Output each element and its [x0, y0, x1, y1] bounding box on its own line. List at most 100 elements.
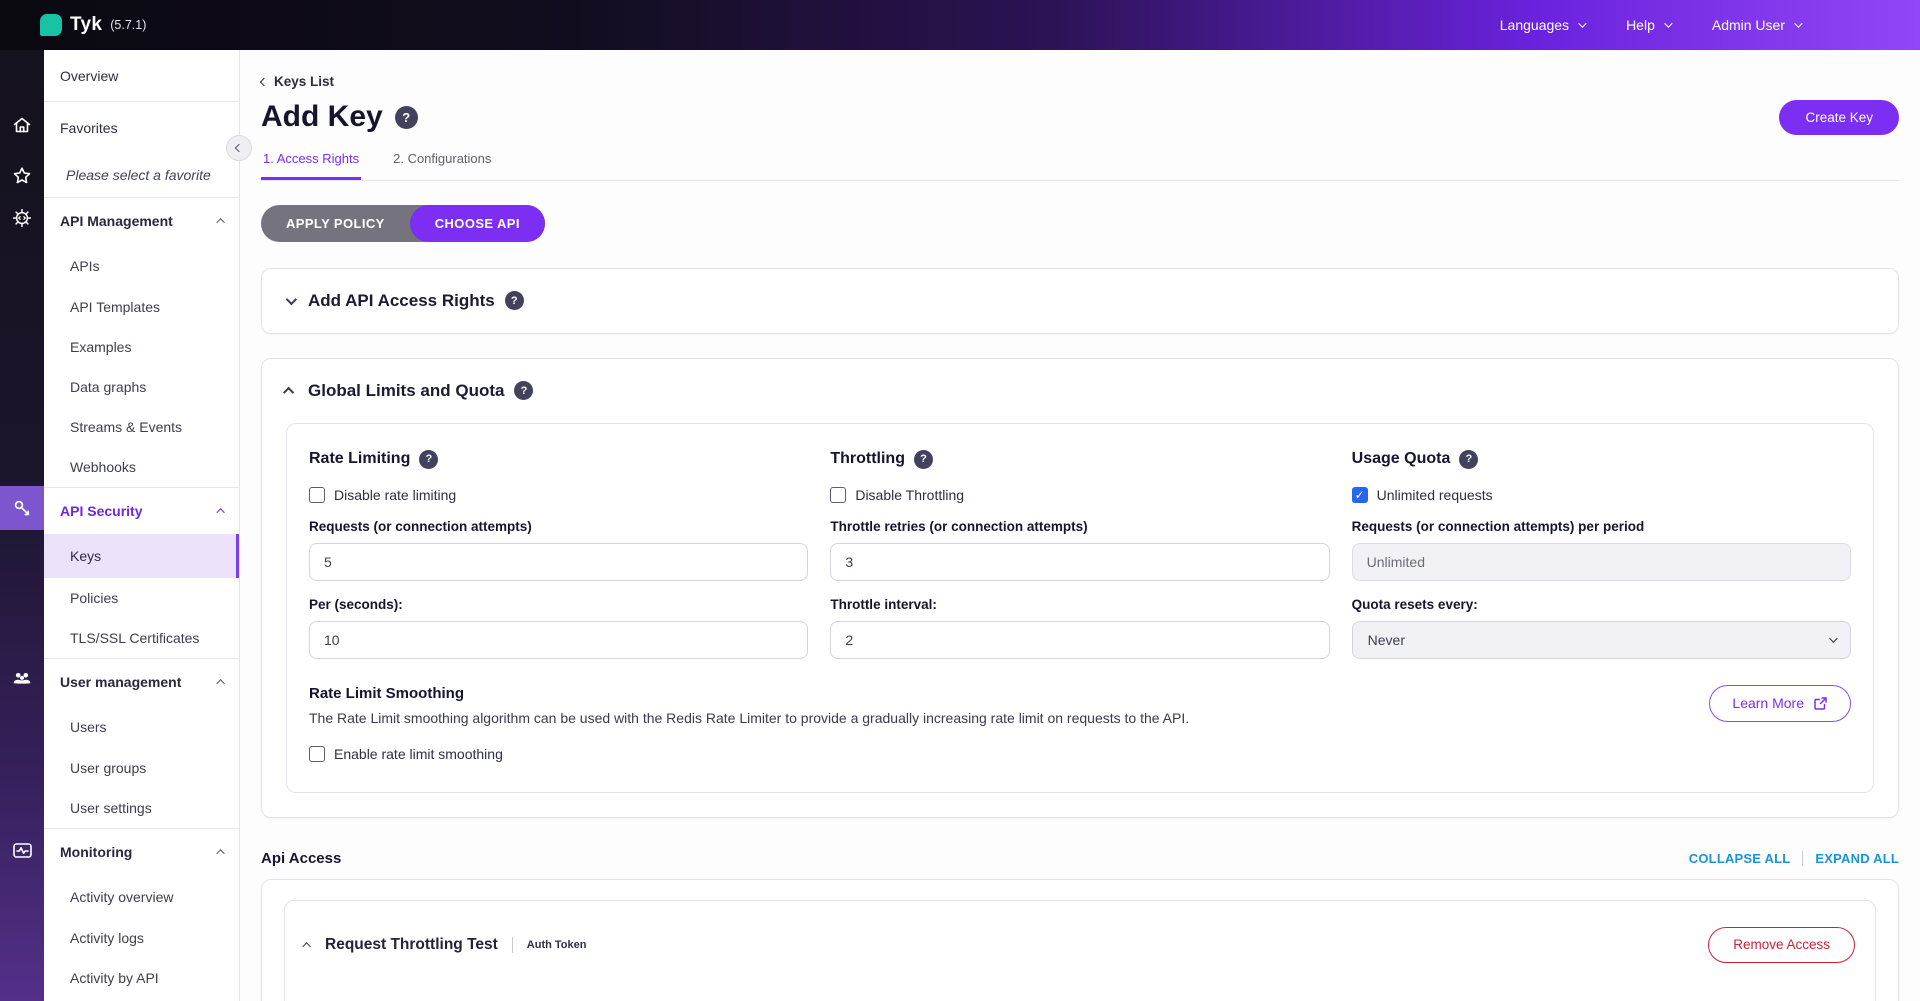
sidebar-item-activity-by-api[interactable]: Activity by API: [44, 958, 239, 998]
tab-bar: 1. Access Rights 2. Configurations: [261, 151, 1899, 181]
monitoring-activity-icon[interactable]: [0, 828, 44, 872]
sidebar-item-keys[interactable]: Keys: [44, 534, 239, 578]
smoothing-description: The Rate Limit smoothing algorithm can b…: [309, 710, 1189, 726]
sidebar-item-activity-overview[interactable]: Activity overview: [44, 875, 239, 918]
create-key-button[interactable]: Create Key: [1779, 100, 1899, 135]
home-icon[interactable]: [0, 103, 44, 147]
rate-limit-smoothing-section: Rate Limit Smoothing The Rate Limit smoo…: [287, 659, 1873, 792]
select-value: Never: [1368, 632, 1405, 648]
checkbox-checked-icon: [1352, 487, 1368, 503]
sidebar-section-api-management[interactable]: API Management: [44, 198, 239, 244]
breadcrumb[interactable]: Keys List: [261, 74, 334, 89]
choose-api-toggle[interactable]: CHOOSE API: [410, 205, 545, 242]
sidebar-collapse-button[interactable]: [226, 135, 252, 161]
help-icon[interactable]: [914, 450, 933, 469]
section-label: API Management: [60, 213, 173, 229]
chevron-down-icon: [286, 293, 297, 304]
sidebar-section-user-management[interactable]: User management: [44, 659, 239, 705]
sidebar-item-data-graphs[interactable]: Data graphs: [44, 367, 239, 407]
enable-smoothing-checkbox[interactable]: Enable rate limit smoothing: [309, 746, 1189, 762]
sidebar-section-monitoring[interactable]: Monitoring: [44, 829, 239, 875]
section-label: API Security: [60, 503, 142, 519]
api-management-gear-icon[interactable]: [0, 196, 44, 240]
sidebar-item-activity-logs[interactable]: Activity logs: [44, 918, 239, 958]
help-menu[interactable]: Help: [1626, 17, 1670, 33]
sidebar-item-users[interactable]: Users: [44, 705, 239, 748]
add-api-access-rights-header[interactable]: Add API Access Rights: [286, 291, 1874, 311]
favorites-star-icon[interactable]: [0, 154, 44, 198]
checkbox-unchecked-icon: [309, 487, 325, 503]
per-seconds-label: Per (seconds):: [309, 597, 808, 612]
help-icon[interactable]: [505, 291, 524, 310]
card-title-text: Add API Access Rights: [308, 291, 495, 311]
sidebar-item-examples[interactable]: Examples: [44, 327, 239, 367]
checkbox-label: Disable Throttling: [855, 487, 964, 503]
help-icon[interactable]: [514, 381, 533, 400]
help-icon[interactable]: [419, 450, 438, 469]
chevron-up-icon: [283, 386, 294, 397]
throttle-interval-input[interactable]: [830, 621, 1329, 659]
quota-requests-label: Requests (or connection attempts) per pe…: [1352, 519, 1851, 534]
add-api-access-rights-card: Add API Access Rights: [261, 268, 1899, 334]
throttling-title: Throttling: [830, 450, 905, 468]
throttle-retries-input[interactable]: [830, 543, 1329, 581]
quota-requests-input[interactable]: [1352, 543, 1851, 581]
quota-resets-select[interactable]: Never: [1352, 621, 1851, 659]
sidebar-item-apis[interactable]: APIs: [44, 244, 239, 287]
external-link-icon: [1813, 696, 1828, 711]
disable-throttling-checkbox[interactable]: Disable Throttling: [830, 487, 1329, 503]
divider: [512, 937, 513, 953]
per-seconds-input[interactable]: [309, 621, 808, 659]
collapse-all-button[interactable]: COLLAPSE ALL: [1689, 851, 1791, 866]
page-title: Add Key: [261, 100, 418, 134]
global-limits-header[interactable]: Global Limits and Quota: [286, 381, 1874, 401]
checkbox-label: Unlimited requests: [1377, 487, 1493, 503]
sidebar-item-api-templates[interactable]: API Templates: [44, 287, 239, 327]
api-access-card: Request Throttling Test Auth Token Remov…: [261, 879, 1899, 1001]
api-access-title: Api Access: [261, 850, 341, 867]
smoothing-title: Rate Limit Smoothing: [309, 685, 1189, 702]
sidebar-item-user-settings[interactable]: User settings: [44, 788, 239, 828]
breadcrumb-label: Keys List: [274, 74, 334, 89]
api-security-key-icon[interactable]: [0, 486, 44, 530]
remove-access-button[interactable]: Remove Access: [1708, 927, 1855, 963]
sidebar-section-api-security[interactable]: API Security: [44, 488, 239, 534]
sidebar-item-webhooks[interactable]: Webhooks: [44, 447, 239, 487]
rate-limiting-title: Rate Limiting: [309, 450, 410, 468]
apply-policy-toggle[interactable]: APPLY POLICY: [261, 205, 410, 242]
page-title-text: Add Key: [261, 100, 383, 134]
sidebar-item-tls-ssl-certificates[interactable]: TLS/SSL Certificates: [44, 618, 239, 658]
help-label: Help: [1626, 17, 1655, 33]
sidebar-item-user-groups[interactable]: User groups: [44, 748, 239, 788]
expand-all-button[interactable]: EXPAND ALL: [1815, 851, 1899, 866]
unlimited-requests-checkbox[interactable]: Unlimited requests: [1352, 487, 1851, 503]
global-limits-card: Global Limits and Quota Rate Limiting: [261, 358, 1899, 818]
sidebar-item-overview[interactable]: Overview: [44, 50, 239, 101]
languages-menu[interactable]: Languages: [1500, 17, 1584, 33]
learn-more-button[interactable]: Learn More: [1709, 685, 1851, 722]
section-label: User management: [60, 674, 181, 690]
checkbox-label: Enable rate limit smoothing: [334, 746, 503, 762]
help-icon[interactable]: [395, 106, 418, 129]
usage-quota-column: Usage Quota Unlimited requests Requests …: [1352, 450, 1851, 659]
tyk-logo[interactable]: Tyk (5.7.1): [0, 14, 146, 36]
chevron-up-icon[interactable]: [302, 942, 310, 950]
checkbox-label: Disable rate limiting: [334, 487, 456, 503]
learn-more-label: Learn More: [1732, 695, 1804, 711]
throttling-column: Throttling Disable Throttling Throttle r…: [830, 450, 1329, 659]
tab-configurations[interactable]: 2. Configurations: [391, 151, 493, 180]
help-icon[interactable]: [1459, 450, 1478, 469]
checkbox-unchecked-icon: [830, 487, 846, 503]
admin-user-menu[interactable]: Admin User: [1712, 17, 1800, 33]
sidebar-item-streams-events[interactable]: Streams & Events: [44, 407, 239, 447]
user-management-users-icon[interactable]: [0, 656, 44, 700]
limits-panel: Rate Limiting Disable rate limiting Requ…: [286, 423, 1874, 793]
sidebar: Overview Favorites Please select a favor…: [44, 50, 240, 1001]
sidebar-item-policies[interactable]: Policies: [44, 578, 239, 618]
requests-input[interactable]: [309, 543, 808, 581]
sidebar-item-favorites[interactable]: Favorites: [44, 102, 239, 153]
tab-access-rights[interactable]: 1. Access Rights: [261, 151, 361, 180]
disable-rate-limiting-checkbox[interactable]: Disable rate limiting: [309, 487, 808, 503]
chevron-left-icon: [260, 77, 268, 85]
chevron-left-icon: [235, 144, 243, 152]
